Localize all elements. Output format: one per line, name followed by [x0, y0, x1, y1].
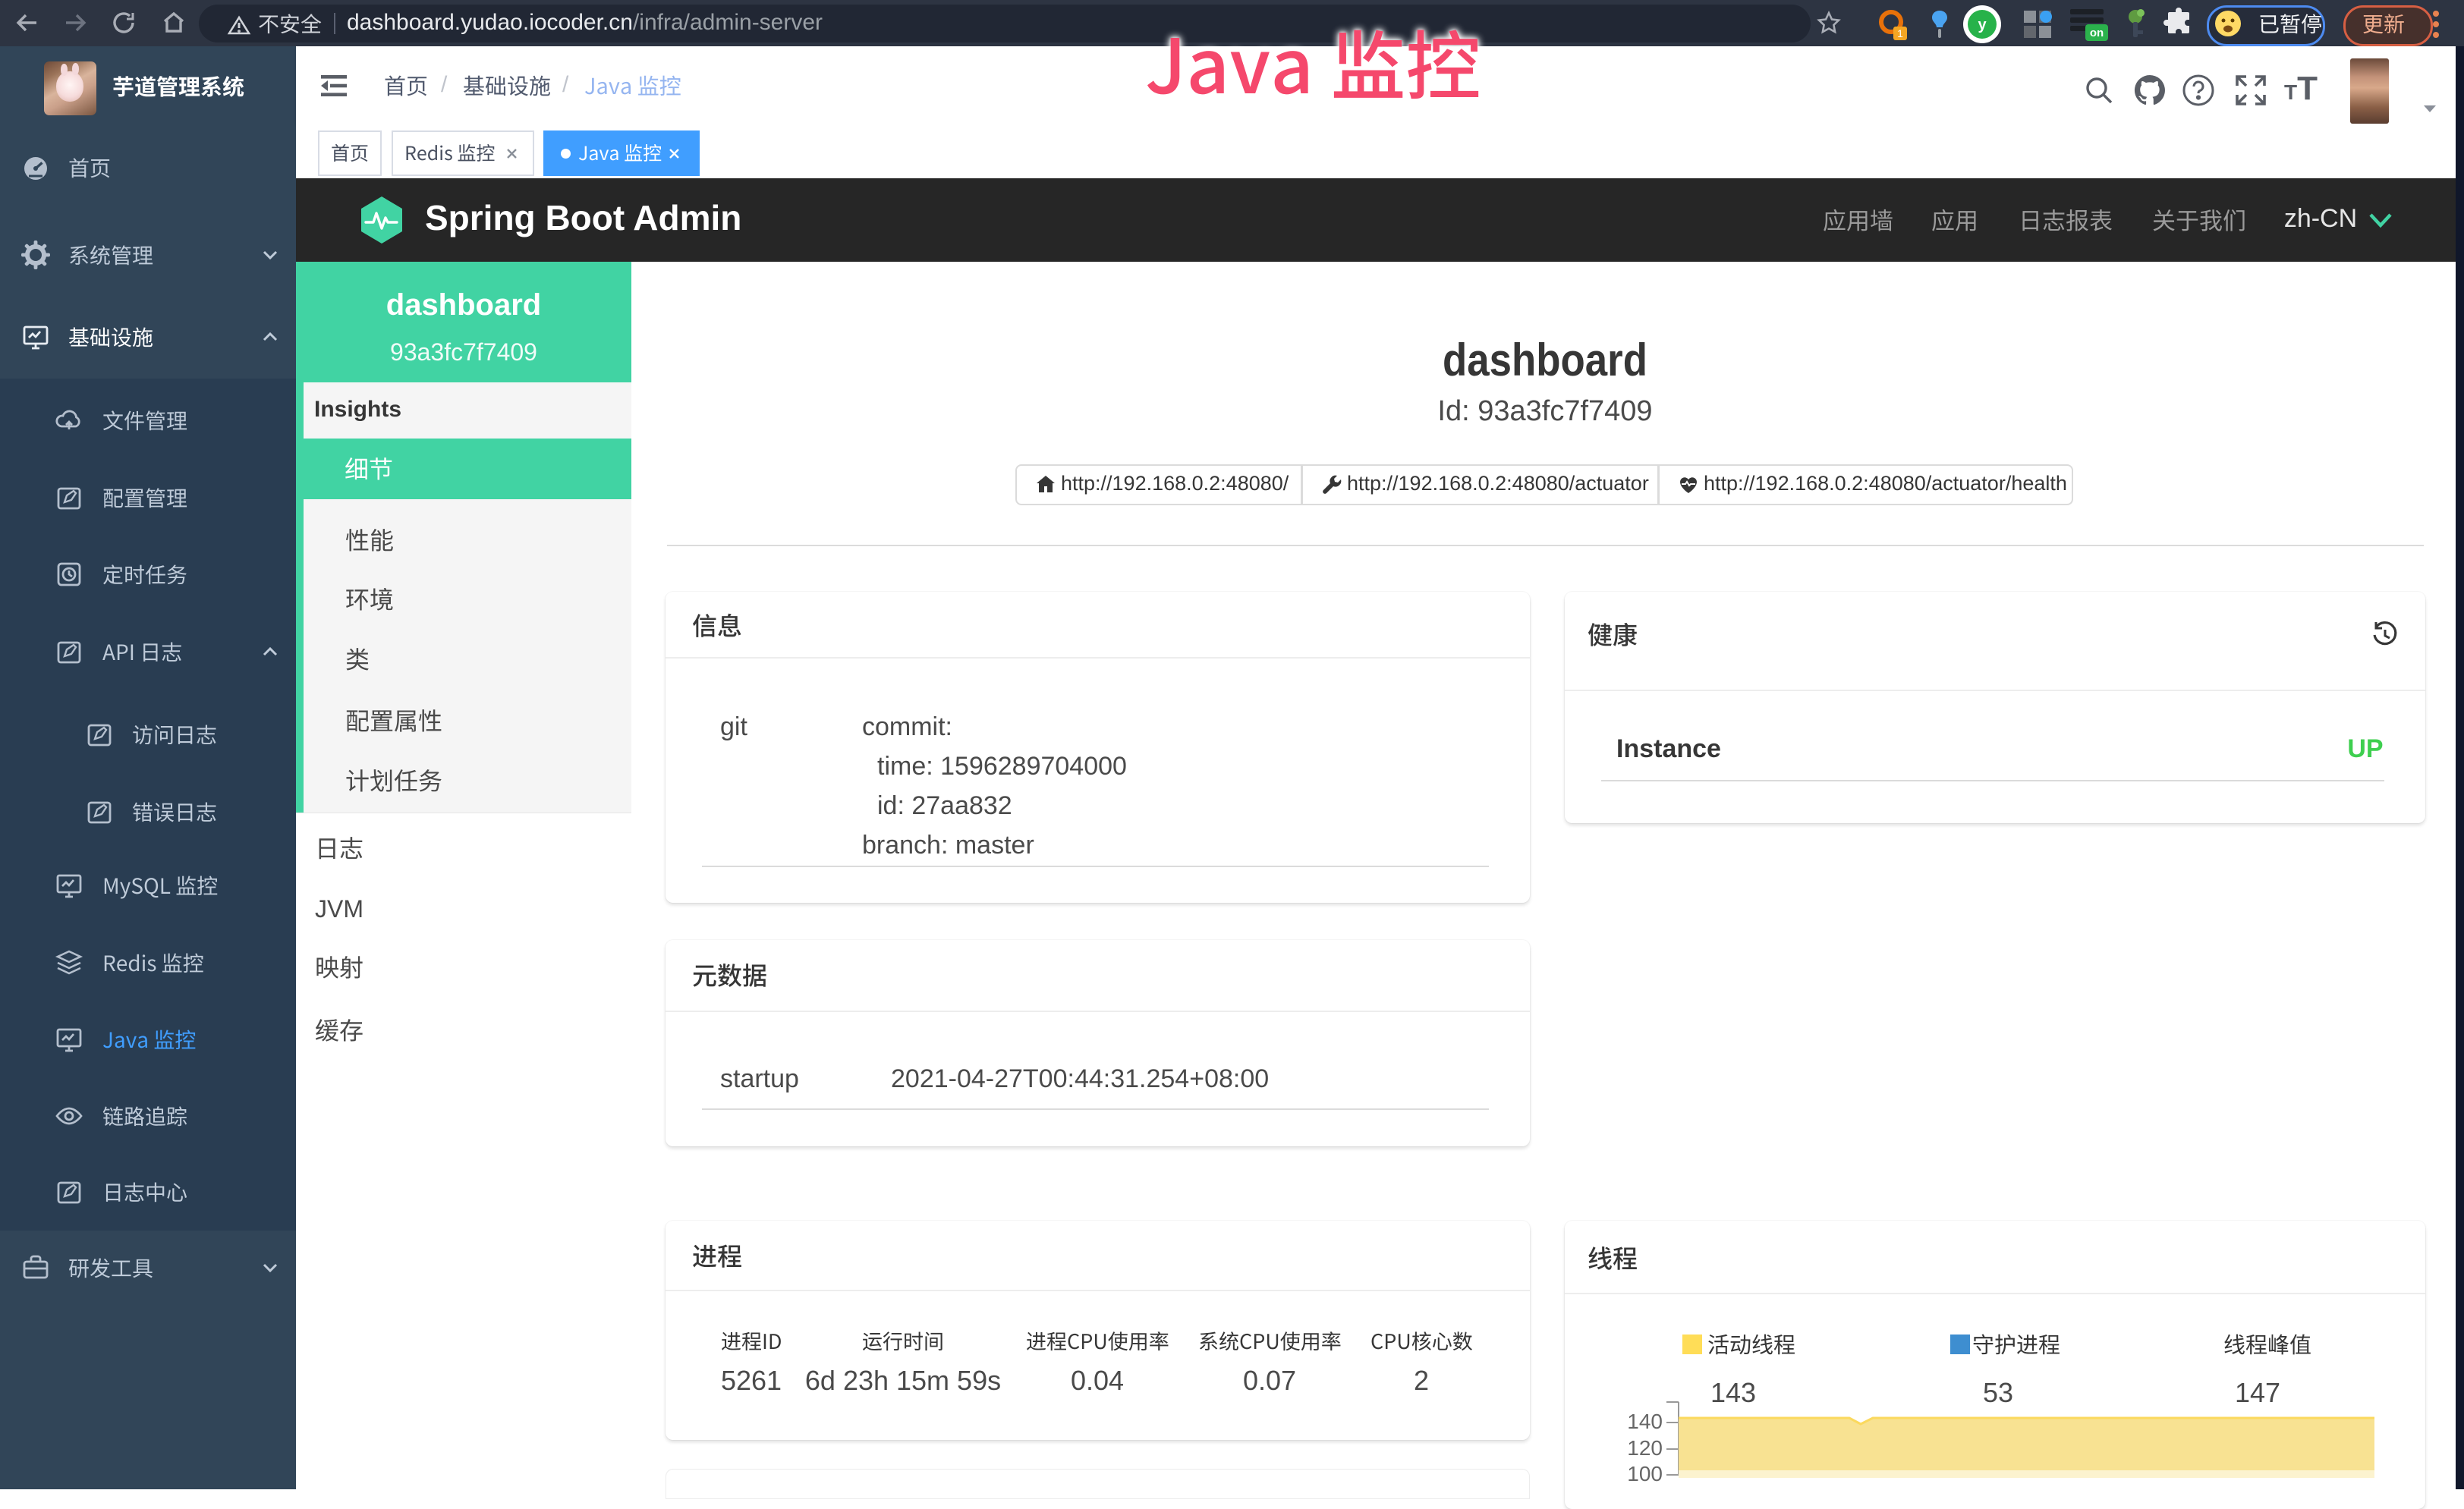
svg-text:1: 1 — [1897, 27, 1903, 39]
svg-text:y: y — [1978, 17, 1987, 33]
svg-text:on: on — [2090, 27, 2104, 39]
